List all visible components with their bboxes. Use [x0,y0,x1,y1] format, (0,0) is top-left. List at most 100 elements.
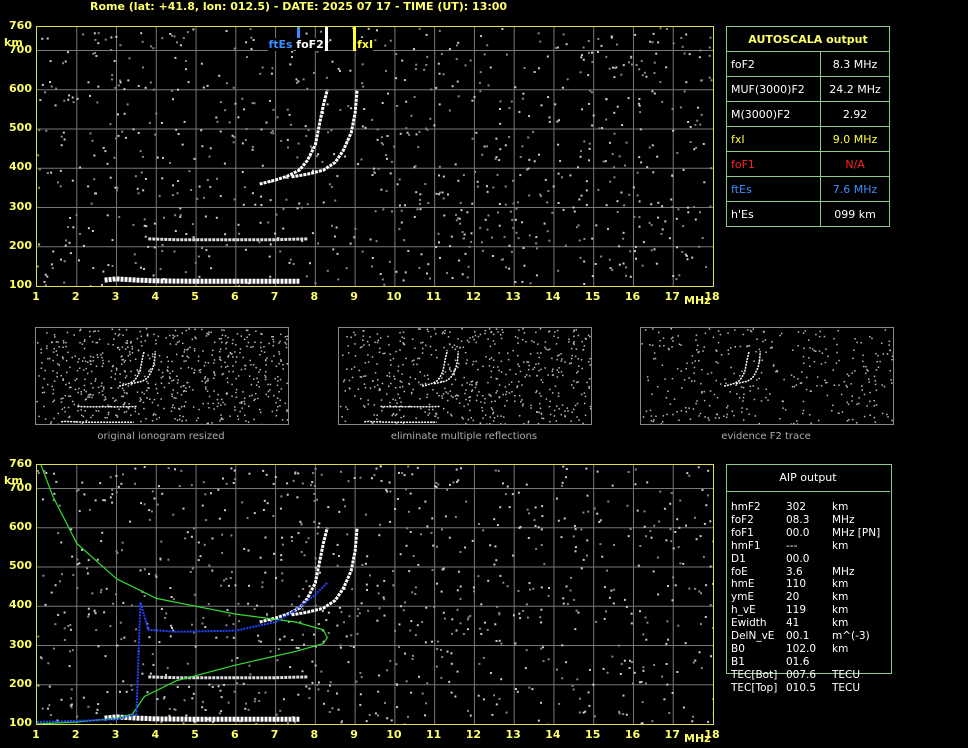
thumbnail-dot [363,383,366,385]
thumbnail-dot [465,422,467,424]
noise-dot [626,504,629,507]
thumbnail-dot [790,374,793,376]
noise-dot [701,237,704,239]
noise-dot [127,79,130,82]
noise-dot [188,170,191,173]
noise-dot [387,92,390,95]
thumbnail-dot [518,365,520,368]
noise-dot [642,241,645,244]
noise-dot [117,134,120,137]
noise-dot [72,101,75,104]
thumbnail-dot [92,387,94,389]
thumbnail-dot [254,398,256,400]
noise-dot [613,544,615,546]
noise-dot [661,228,664,231]
thumbnail-dot [252,364,255,366]
thumbnail-dot [124,370,126,373]
thumbnail-dot [199,369,202,371]
noise-dot [687,206,689,209]
noise-dot [174,56,177,59]
noise-dot [575,226,578,229]
thumbnail-dot [504,386,507,388]
thumbnail-dot [208,395,211,398]
noise-dot [126,103,129,106]
noise-dot [106,162,109,165]
thumbnail-dot [213,408,215,410]
noise-dot [527,537,530,539]
thumbnail-dot [155,339,157,342]
autoscala-param-name: M(3000)F2 [725,101,822,127]
noise-dot [245,41,248,44]
noise-dot [141,672,144,675]
thumbnail-dot [865,365,867,368]
noise-dot [638,225,641,228]
thumbnail-dot [37,342,39,344]
noise-dot [69,628,72,631]
thumbnail-dot [548,405,551,408]
noise-dot [224,109,227,112]
thumbnail-dot [442,373,445,375]
noise-dot [431,569,434,572]
noise-dot [286,108,289,111]
noise-dot [474,171,477,173]
noise-dot [142,66,144,69]
thumbnail-dot [226,365,229,367]
noise-dot [297,693,300,696]
thumbnail-dot [484,397,486,400]
noise-dot [700,113,703,116]
thumbnail-dot [162,375,164,378]
noise-dot [204,626,207,628]
noise-dot [100,540,103,543]
thumbnail-dot [363,375,365,377]
thumbnail-dot [53,348,55,350]
noise-dot [573,210,576,213]
thumbnail-dot [420,407,422,410]
noise-dot [447,193,449,196]
noise-dot [359,476,362,479]
thumbnail-dot [805,388,808,391]
noise-dot [67,98,70,101]
noise-dot [512,614,515,617]
thumbnail-dot [469,383,471,386]
noise-dot [456,608,459,611]
noise-dot [467,709,469,712]
noise-dot [526,616,529,619]
noise-dot [565,585,568,588]
noise-dot [339,646,342,649]
thumbnail-dot [80,391,82,393]
thumbnail-dot [457,394,459,397]
noise-dot [193,527,195,530]
noise-dot [115,474,118,477]
noise-dot [432,544,435,547]
thumbnail-dot [88,396,91,398]
thumbnail-dot [84,378,86,381]
noise-dot [461,273,464,276]
thumbnail-dot [381,382,384,385]
thumbnail-dot [52,392,54,395]
thumbnail-dot [62,379,64,381]
noise-dot [271,67,274,70]
thumbnail-dot [695,334,698,336]
thumbnail-dot [386,375,388,377]
thumbnail-dot [825,382,827,384]
thumbnail-dot [180,386,182,388]
noise-dot [327,689,330,692]
noise-dot [518,111,521,113]
aip-value: 41 [786,617,800,630]
thumbnail-dot [769,347,772,349]
noise-dot [521,221,523,224]
noise-dot [478,81,481,84]
thumbnail-dot [588,387,590,389]
thumbnail-dot [672,413,674,416]
thumbnail-dot [183,351,185,353]
thumbnail-dot [73,403,76,406]
thumbnail-dot [280,388,283,390]
ionogram-top-chart [37,27,713,286]
noise-dot [424,183,427,186]
noise-dot [220,710,223,713]
thumbnail-dot [577,334,580,337]
noise-dot [289,123,292,126]
thumbnail-dot [875,369,878,371]
noise-dot [171,627,173,629]
thumbnail-dot [502,393,504,396]
